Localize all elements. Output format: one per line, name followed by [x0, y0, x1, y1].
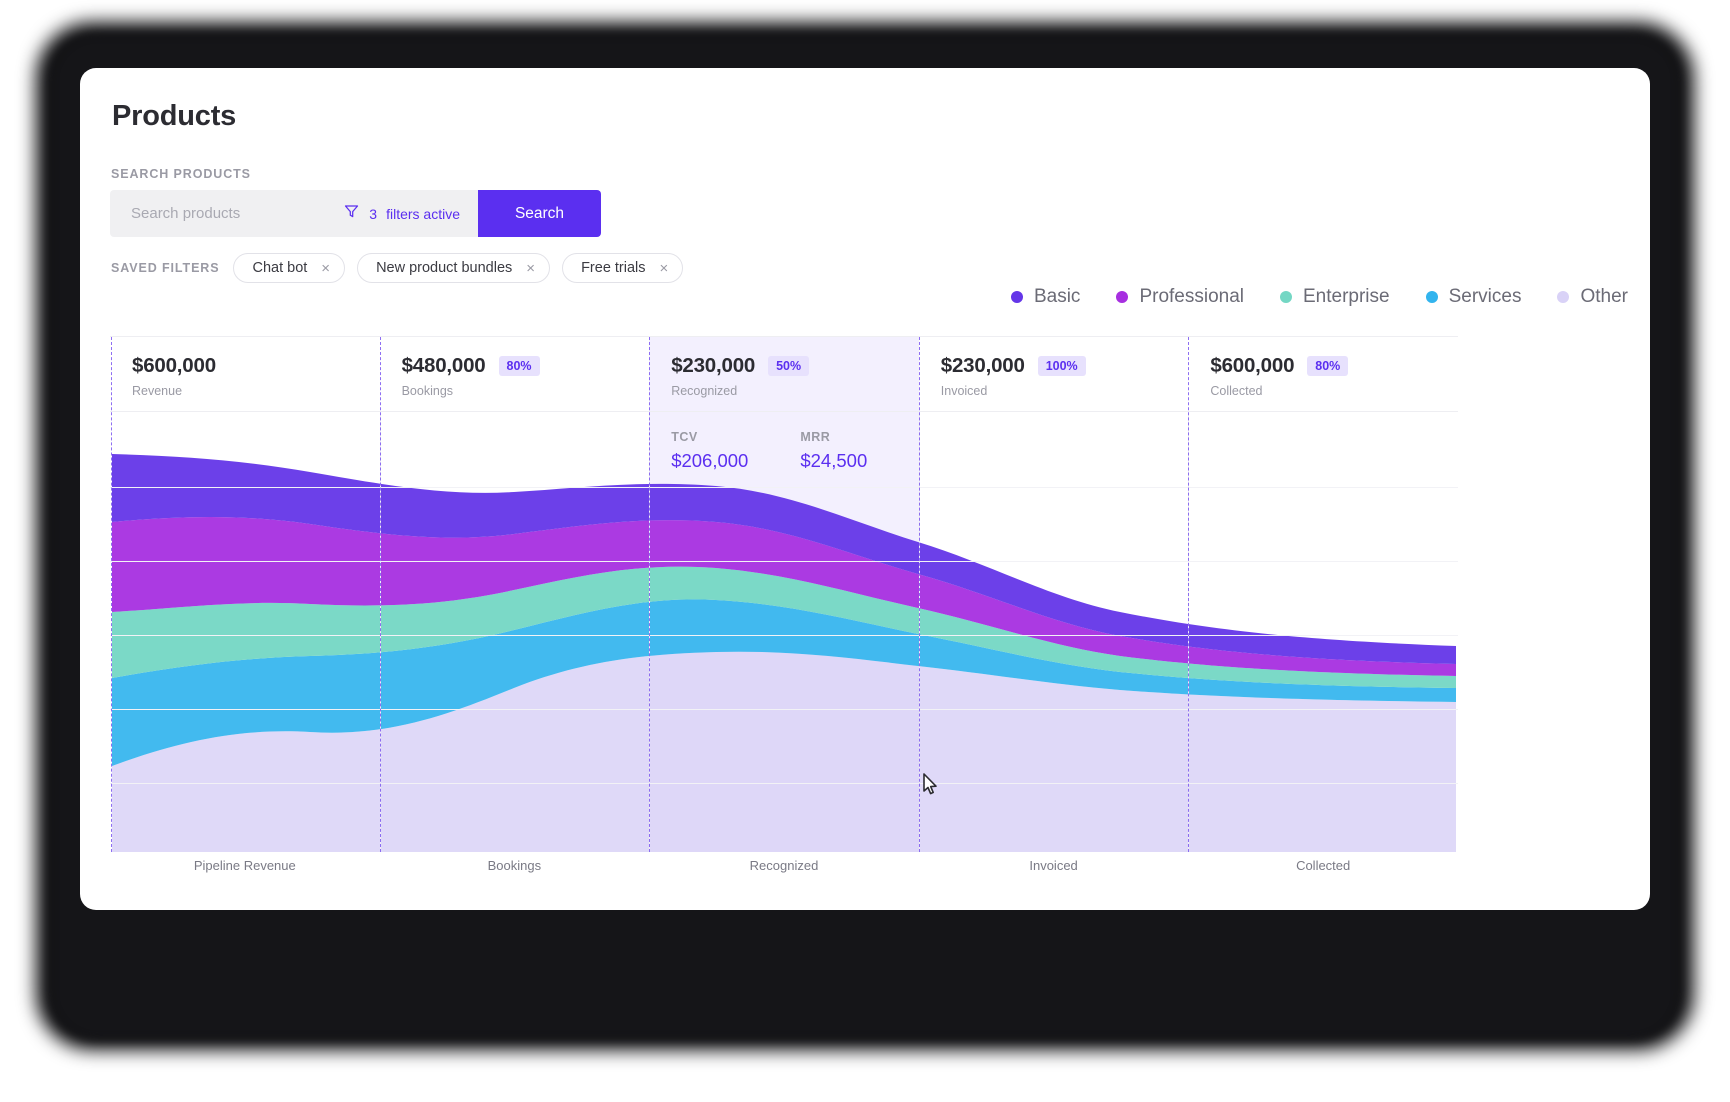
detail-value: $24,500 — [800, 450, 868, 471]
legend-color-dot — [1010, 291, 1023, 303]
metric-card-recognized[interactable]: $230,000 50% Recognized — [649, 336, 919, 411]
stage-metric-cards: $600,000 Revenue $480,000 80% Bookings $… — [110, 336, 1458, 412]
metric-card-invoiced[interactable]: $230,000 100% Invoiced — [919, 336, 1189, 411]
metric-value: $230,000 — [671, 354, 756, 377]
screenshot-root: Products SEARCH PRODUCTS 3 filters activ… — [0, 0, 1730, 1102]
saved-filters-row: SAVED FILTERS Chat bot × New product bun… — [111, 253, 684, 283]
detail-key: MRR — [800, 430, 831, 444]
gridline — [110, 487, 1458, 488]
legend-item-enterprise[interactable]: Enterprise — [1280, 286, 1390, 308]
gridline — [110, 709, 1458, 710]
filter-icon — [343, 203, 360, 225]
search-input[interactable] — [131, 205, 344, 222]
saved-filter-chip-label: Chat bot — [252, 260, 308, 276]
detail-mrr: MRR $24,500 — [800, 430, 867, 486]
close-icon[interactable]: × — [660, 261, 669, 276]
search-section-label: SEARCH PRODUCTS — [111, 167, 251, 181]
detail-value: $206,000 — [671, 450, 749, 471]
legend-item-basic[interactable]: Basic — [1010, 286, 1081, 308]
metric-percent-badge: 80% — [1307, 356, 1349, 376]
metric-percent-badge: 80% — [498, 356, 540, 376]
metric-label: Bookings — [401, 384, 454, 398]
search-field[interactable]: 3 filters active — [110, 190, 478, 237]
metric-label: Collected — [1210, 384, 1263, 398]
saved-filter-chip[interactable]: New product bundles × — [357, 253, 551, 283]
x-axis-tick-label: Bookings — [487, 858, 542, 873]
metric-value: $600,000 — [1210, 354, 1295, 377]
metric-value: $230,000 — [940, 354, 1025, 377]
close-icon[interactable]: × — [321, 261, 330, 276]
legend-color-dot — [1557, 291, 1570, 303]
legend-color-dot — [1116, 291, 1129, 303]
legend-label: Other — [1580, 286, 1628, 307]
x-axis-tick-label: Invoiced — [1029, 858, 1078, 873]
metric-percent-badge: 50% — [768, 356, 810, 376]
app-window: Products SEARCH PRODUCTS 3 filters activ… — [80, 68, 1650, 910]
legend-item-other[interactable]: Other — [1557, 286, 1628, 308]
legend-label: Basic — [1033, 286, 1081, 307]
gridline — [110, 783, 1458, 784]
metric-card-top: $600,000 — [132, 354, 380, 378]
metric-label: Invoiced — [940, 384, 988, 398]
search-button[interactable]: Search — [478, 190, 601, 237]
x-axis-tick-label: Collected — [1296, 858, 1351, 873]
metric-percent-badge: 100% — [1037, 356, 1086, 376]
saved-filter-chip-label: Free trials — [581, 260, 646, 276]
stage-marker-line — [918, 337, 920, 852]
metric-card-top: $230,000 50% — [671, 354, 919, 378]
legend-label: Professional — [1139, 286, 1244, 307]
stage-marker-line — [111, 337, 112, 852]
legend-item-professional[interactable]: Professional — [1116, 286, 1244, 308]
x-axis-tick-label: Recognized — [749, 858, 819, 873]
legend-item-services[interactable]: Services — [1425, 286, 1522, 308]
metric-label: Revenue — [132, 384, 183, 398]
metric-card-top: $230,000 100% — [941, 354, 1189, 378]
legend-color-dot — [1280, 291, 1292, 303]
metric-card-top: $600,000 80% — [1210, 354, 1458, 378]
close-icon[interactable]: × — [526, 261, 535, 276]
chart-legend: Basic Professional Enterprise Services O… — [1010, 286, 1628, 308]
metric-card-revenue[interactable]: $600,000 Revenue — [110, 336, 380, 411]
metric-label: Recognized — [671, 384, 738, 398]
legend-color-dot — [1425, 291, 1438, 303]
gridline — [110, 635, 1458, 636]
legend-label: Enterprise — [1303, 286, 1390, 307]
legend-label: Services — [1448, 286, 1522, 307]
stage-marker-line — [1188, 337, 1190, 852]
revenue-waterfall-chart: $600,000 Revenue $480,000 80% Bookings $… — [110, 336, 1458, 852]
detail-tcv: TCV $206,000 — [671, 430, 748, 486]
saved-filter-chip-label: New product bundles — [376, 260, 513, 276]
metric-card-bookings[interactable]: $480,000 80% Bookings — [380, 336, 650, 411]
metric-value: $480,000 — [401, 354, 486, 377]
chart-x-axis: Pipeline Revenue Bookings Recognized Inv… — [110, 858, 1458, 888]
active-filters-count: 3 — [369, 205, 378, 222]
active-filters-text: filters active — [386, 205, 460, 222]
page-title: Products — [112, 100, 237, 132]
stage-detail-panel: TCV $206,000 MRR $24,500 — [649, 412, 919, 486]
metric-value: $600,000 — [132, 354, 216, 377]
x-axis-tick-label: Pipeline Revenue — [193, 858, 296, 873]
search-bar: 3 filters active Search — [110, 190, 601, 237]
saved-filters-label: SAVED FILTERS — [111, 261, 220, 275]
stage-marker-line — [379, 337, 381, 852]
metric-card-top: $480,000 80% — [402, 354, 650, 378]
metric-card-collected[interactable]: $600,000 80% Collected — [1188, 336, 1458, 411]
saved-filter-chip[interactable]: Chat bot × — [233, 253, 346, 283]
detail-key: TCV — [671, 430, 698, 444]
gridline — [110, 561, 1458, 562]
active-filters-indicator[interactable]: 3 filters active — [343, 203, 464, 225]
saved-filter-chip[interactable]: Free trials × — [562, 253, 684, 283]
